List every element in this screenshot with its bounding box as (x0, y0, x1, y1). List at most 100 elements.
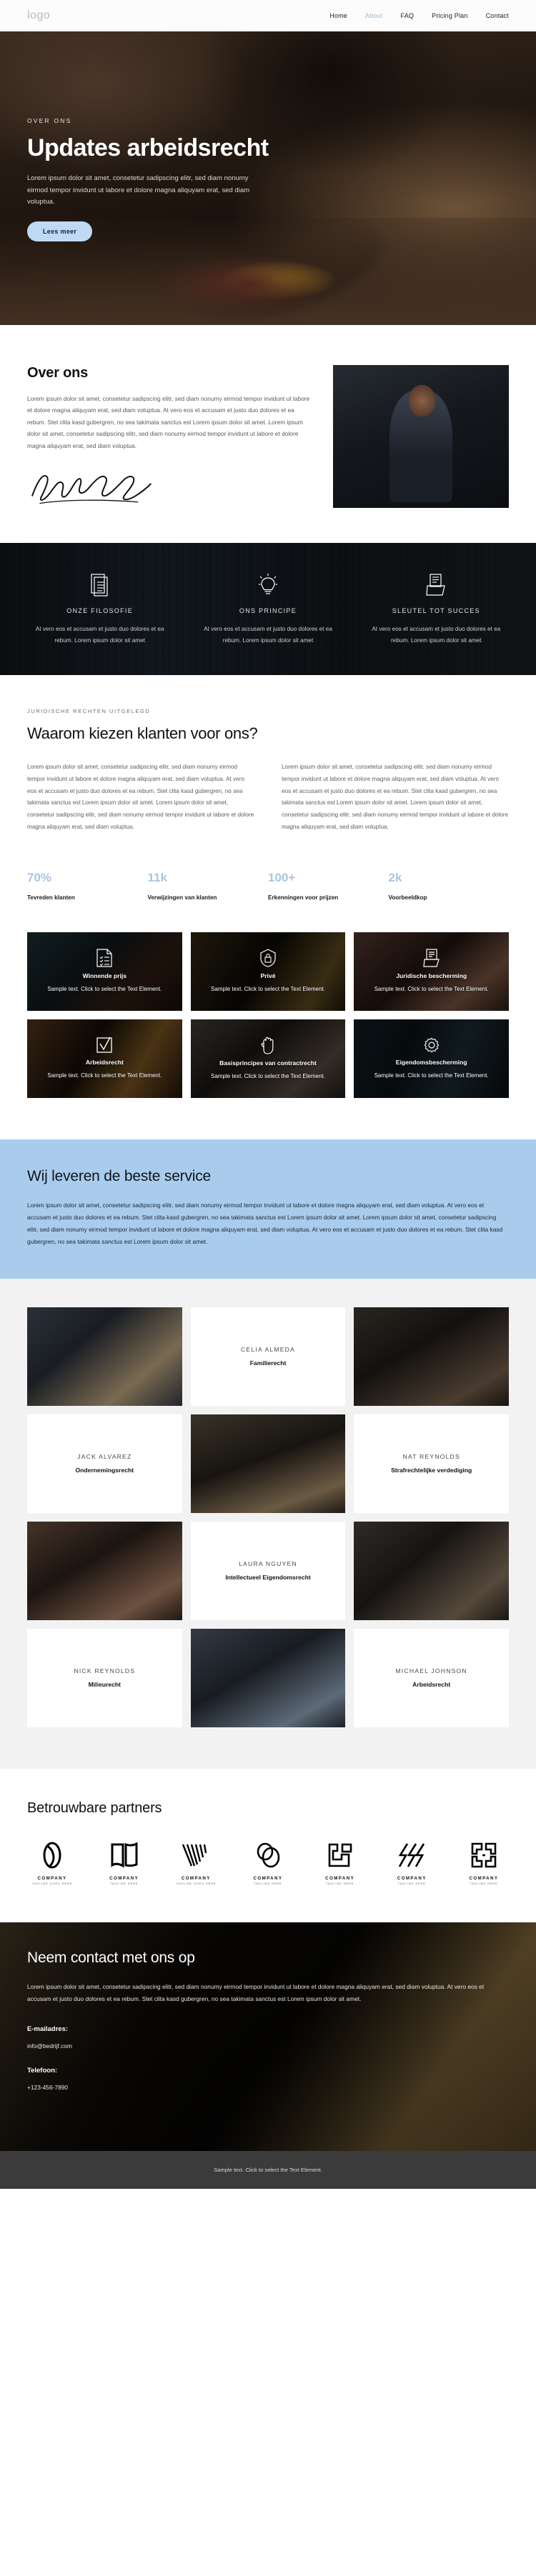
team-member-role: Familierecht (249, 1359, 287, 1367)
nav-item-home[interactable]: Home (329, 12, 347, 19)
partner-logo-2[interactable]: COMPANY TAGLINE HERE (99, 1841, 149, 1885)
document-icon (27, 573, 172, 597)
footer-text: Sample text. Click to select the Text El… (214, 2167, 322, 2174)
card-title: Winnende prijs (82, 972, 127, 980)
feature-sleutel-tot-succes: SLEUTEL TOT SUCCES At vero eos et accusa… (352, 573, 520, 647)
gear-icon (423, 1037, 440, 1054)
stat-label: Tevreden klanten (27, 894, 75, 901)
partner-tagline: TAGLINE GOES HERE (176, 1882, 217, 1885)
team-member-michael-johnson[interactable]: MICHAEL JOHNSON Arbeidsrecht (354, 1628, 510, 1727)
card-juridische-bescherming[interactable]: Juridische bescherming Sample text. Clic… (354, 932, 510, 1011)
signature-icon (31, 475, 152, 504)
card-overlay (190, 1019, 346, 1098)
team-photo (354, 1307, 510, 1406)
team-member-name: LAURA NGUYEN (239, 1560, 297, 1568)
card-prive[interactable]: Privé Sample text. Click to select the T… (190, 932, 346, 1011)
team-member-role: Ondernemingsrecht (75, 1467, 134, 1474)
site-logo[interactable]: logo (27, 9, 50, 22)
team-member-role: Strafrechtelijke verdediging (391, 1467, 472, 1474)
why-column-right: Lorem ipsum dolor sit amet, consetetur s… (282, 763, 509, 830)
about-section: Over ons Lorem ipsum dolor sit amet, con… (0, 325, 536, 543)
team-section: CELIA ALMEDA Familierecht JACK ALVAREZ O… (0, 1278, 536, 1769)
open-book-logo-icon (99, 1841, 149, 1869)
nav-item-pricing-plan[interactable]: Pricing Plan (432, 12, 467, 19)
team-member-jack-alvarez[interactable]: JACK ALVAREZ Ondernemingsrecht (27, 1414, 182, 1513)
lees-meer-button[interactable]: Lees meer (27, 221, 93, 241)
team-row: JACK ALVAREZ Ondernemingsrecht NAT REYNO… (27, 1414, 510, 1513)
team-member-role: Arbeidsrecht (412, 1681, 451, 1689)
nav-item-about[interactable]: About (365, 12, 383, 19)
team-row: LAURA NGUYEN Intellectueel Eigendomsrech… (27, 1521, 510, 1620)
stat-verwijzingen: 11k Verwijzingen van klanten (148, 871, 269, 901)
partners-title: Betrouwbare partners (27, 1799, 162, 1816)
site-header: logo Home About FAQ Pricing Plan Contact (0, 0, 536, 31)
phone-value[interactable]: +123-456-7890 (27, 2084, 509, 2091)
checkbox-icon (96, 1037, 113, 1054)
card-eigendomsbescherming[interactable]: Eigendomsbescherming Sample text. Click … (354, 1019, 510, 1098)
partner-tagline: TAGLINE GOES HERE (31, 1882, 73, 1885)
nav-item-faq[interactable]: FAQ (401, 12, 415, 19)
feature-title: SLEUTEL TOT SUCCES (392, 606, 480, 614)
service-title: Wij leveren de beste service (27, 1167, 212, 1184)
team-photo (354, 1521, 510, 1620)
stat-erkenningen: 100+ Erkenningen voor prijzen (268, 871, 389, 901)
partner-logo-4[interactable]: COMPANY TAGLINE HERE (243, 1841, 293, 1885)
nav-item-contact[interactable]: Contact (486, 12, 509, 19)
card-winnende-prijs[interactable]: Winnende prijs Sample text. Click to sel… (27, 932, 182, 1011)
partner-name: COMPANY (253, 1875, 283, 1881)
partner-name: COMPANY (109, 1875, 139, 1881)
feature-onze-filosofie: ONZE FILOSOFIE At vero eos et accusam et… (16, 573, 184, 647)
email-value[interactable]: info@bedrijf.com (27, 2042, 509, 2050)
features-grid: ONZE FILOSOFIE At vero eos et accusam et… (16, 573, 520, 647)
team-member-nick-reynolds[interactable]: NICK REYNOLDS Milieurecht (27, 1628, 182, 1727)
partner-tagline: TAGLINE HERE (470, 1882, 498, 1885)
why-column-left: Lorem ipsum dolor sit amet, consetetur s… (27, 763, 254, 830)
email-label: E-mailadres: (27, 2025, 69, 2034)
service-cards-row-2: Arbeidsrecht Sample text. Click to selec… (27, 1019, 510, 1098)
feature-ons-principe: ONS PRINCIPE At vero eos et accusam et j… (184, 573, 352, 647)
team-photo (190, 1414, 346, 1513)
card-text: Sample text. Click to select the Text El… (47, 985, 162, 992)
site-footer: Sample text. Click to select the Text El… (0, 2151, 536, 2190)
card-title: Juridische bescherming (396, 972, 467, 980)
stat-number: 2k (388, 870, 402, 884)
card-basisprincipes-contractrecht[interactable]: Basisprincipes van contractrecht Sample … (190, 1019, 346, 1098)
card-text: Sample text. Click to select the Text El… (211, 985, 325, 992)
partner-logo-6[interactable]: COMPANY TAGLINE HERE (387, 1841, 437, 1885)
card-overlay (27, 932, 182, 1011)
partner-logo-3[interactable]: COMPANY TAGLINE GOES HERE (171, 1841, 221, 1885)
card-arbeidsrecht[interactable]: Arbeidsrecht Sample text. Click to selec… (27, 1019, 182, 1098)
hand-icon (260, 1036, 276, 1054)
card-title: Eigendomsbescherming (395, 1059, 467, 1067)
team-photo (190, 1628, 346, 1727)
book-shield-icon (423, 949, 440, 967)
diagonal-stripes-logo-icon (387, 1841, 437, 1869)
phone-label: Telefoon: (27, 2067, 58, 2075)
team-member-name: CELIA ALMEDA (240, 1346, 296, 1354)
partner-name: COMPANY (469, 1875, 499, 1881)
partner-logo-1[interactable]: COMPANY TAGLINE GOES HERE (27, 1841, 77, 1885)
team-member-celia-almeda[interactable]: CELIA ALMEDA Familierecht (190, 1307, 346, 1406)
secure-lock-icon (260, 949, 276, 967)
team-member-name: NAT REYNOLDS (402, 1453, 460, 1461)
stat-voorbeeldkop: 2k Voorbeeldkop (389, 871, 510, 901)
team-member-laura-nguyen[interactable]: LAURA NGUYEN Intellectueel Eigendomsrech… (190, 1521, 346, 1620)
about-image-column (333, 365, 509, 509)
partner-tagline: TAGLINE HERE (110, 1882, 139, 1885)
about-paragraph: Lorem ipsum dolor sit amet, consetetur s… (27, 395, 310, 449)
card-title: Arbeidsrecht (85, 1059, 124, 1067)
team-member-role: Milieurecht (88, 1681, 121, 1689)
partners-logo-row: COMPANY TAGLINE GOES HERE COMPANY TAGLIN… (27, 1841, 509, 1885)
partner-name: COMPANY (37, 1875, 67, 1881)
card-title: Basisprincipes van contractrecht (219, 1059, 317, 1067)
card-text: Sample text. Click to select the Text El… (374, 985, 489, 992)
card-text: Sample text. Click to select the Text El… (47, 1072, 162, 1079)
team-member-name: MICHAEL JOHNSON (395, 1667, 467, 1675)
service-cards-row-1: Winnende prijs Sample text. Click to sel… (27, 932, 510, 1011)
hero-subtitle: Lorem ipsum dolor sit amet, consetetur s… (27, 174, 250, 206)
partner-logo-7[interactable]: COMPANY TAGLINE HERE (459, 1841, 509, 1885)
team-member-nat-reynolds[interactable]: NAT REYNOLDS Strafrechtelijke verdedigin… (354, 1414, 510, 1513)
folder-icon (364, 573, 509, 597)
lightbulb-icon (195, 573, 340, 597)
partner-logo-5[interactable]: COMPANY TAGLINE HERE (315, 1841, 365, 1885)
